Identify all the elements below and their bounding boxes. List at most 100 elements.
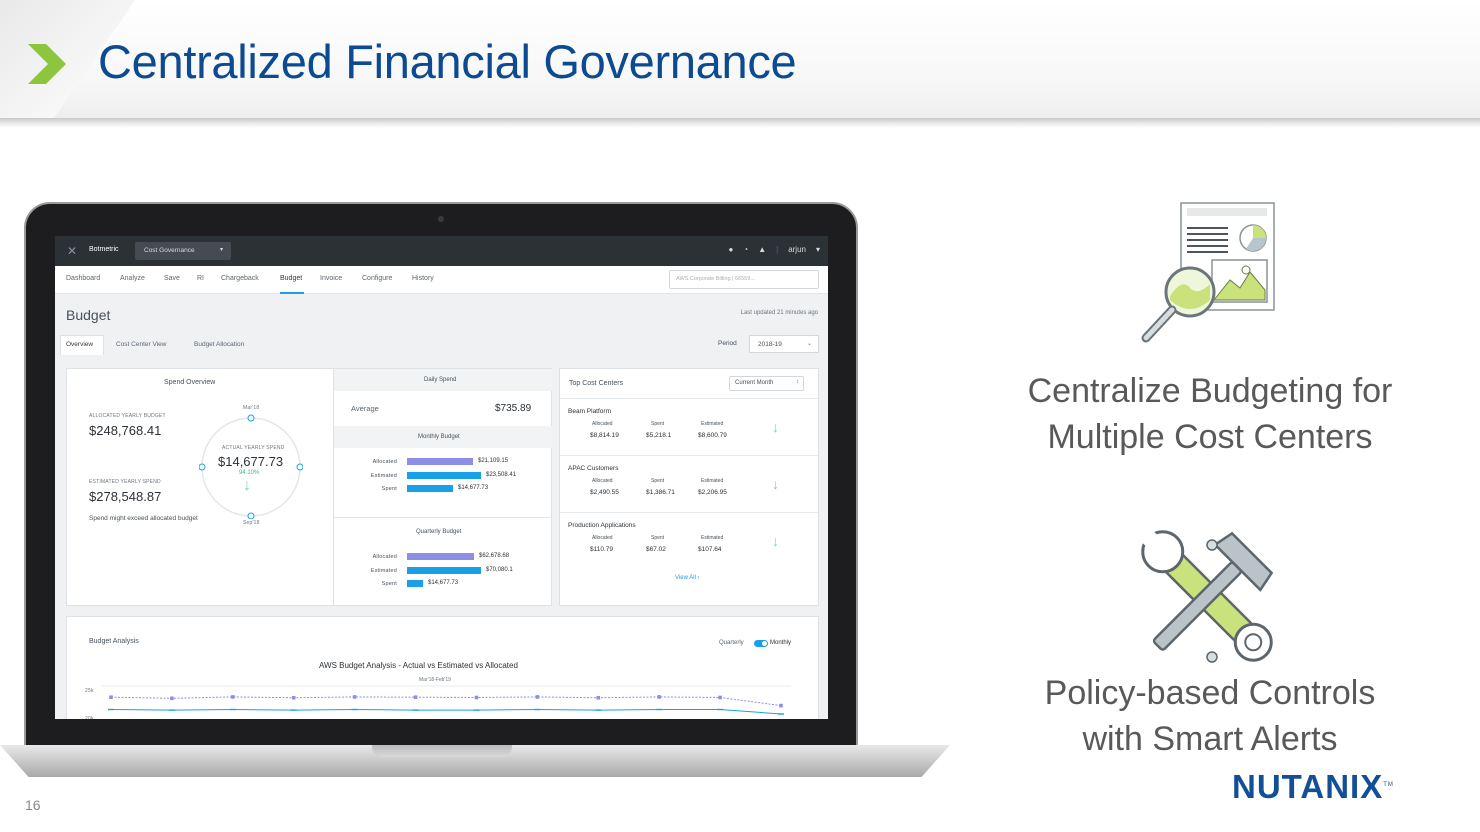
actual-label: ACTUAL YEARLY SPEND (222, 445, 285, 451)
period-value: 2018-19 (758, 341, 782, 348)
panel-divider (333, 369, 334, 605)
overspend-warning: Spend might exceed allocated budget (89, 515, 198, 522)
actual-value: $14,677.73 (218, 454, 284, 469)
quarterly-row-value: $62,678.68 (479, 553, 510, 559)
monthly-bar (407, 471, 481, 479)
quarterly-monthly-toggle[interactable] (754, 640, 768, 647)
chart-title: AWS Budget Analysis - Actual vs Estimate… (319, 661, 518, 670)
bell-icon[interactable]: ▲ (758, 245, 766, 254)
nutanix-logo: NUTANIXTM (1232, 768, 1394, 806)
allocated-value: $110.79 (590, 546, 614, 553)
view-all-link[interactable]: View All › (675, 575, 700, 581)
laptop-notch (372, 745, 512, 757)
section-divider (334, 517, 552, 518)
quarterly-bar (407, 580, 423, 587)
last-updated: Last updated 21 minutes ago (740, 310, 818, 316)
budget-analysis-title: Budget Analysis (89, 638, 139, 645)
col-spent-label: Spent (651, 478, 665, 484)
tab-cost-center-view[interactable]: Cost Center View (116, 341, 166, 348)
chart-point (170, 696, 174, 701)
feature-policy-controls: Policy-based Controls with Smart Alerts (990, 670, 1430, 762)
nav-active-indicator (280, 292, 304, 294)
monthly-row-label: Allocated (372, 459, 397, 465)
nav-chargeback[interactable]: Chargeback (221, 275, 259, 282)
slide: Centralized Financial Governance ✕ Botme… (0, 0, 1480, 832)
chart-series-line (110, 709, 782, 715)
budget-analysis-panel: Budget Analysis Quarterly Monthly AWS Bu… (66, 616, 819, 719)
chart-point (657, 695, 661, 699)
quarterly-bar (407, 553, 474, 560)
feature-budgeting-line1: Centralize Budgeting for (1027, 372, 1393, 410)
pie-chart-icon[interactable]: ◔ (743, 245, 748, 254)
quarterly-row-value: $14,677.73 (428, 580, 459, 586)
nav-dashboard[interactable]: Dashboard (66, 275, 100, 282)
nav-configure[interactable]: Configure (362, 275, 392, 282)
tab-budget-allocation[interactable]: Budget Allocation (194, 341, 244, 348)
app-screen: ✕ Botmetric Cost Governance ▾ ● ◔ ▲ | ar… (55, 236, 828, 719)
chart-point (109, 695, 113, 699)
spent-value: $67.02 (646, 546, 666, 553)
nav-ri[interactable]: RI (197, 275, 204, 282)
nutanix-logo-text: NUTANIX (1232, 768, 1384, 805)
feature-policy-line2: with Smart Alerts (1082, 720, 1338, 758)
nav-invoice[interactable]: Invoice (320, 275, 342, 282)
trademark: TM (1383, 782, 1394, 788)
report-magnifier-icon (1141, 202, 1275, 343)
monthly-bar (407, 458, 473, 465)
chart-point (413, 695, 418, 699)
col-spent-label: Spent (651, 535, 665, 541)
col-allocated-label: Allocated (592, 421, 613, 427)
cost-center-row[interactable]: APAC Customers Allocated Spent Estimated $2,… (560, 455, 818, 512)
arrow-down-icon: ↓ (772, 476, 779, 492)
module-select-value: Cost Governance (144, 247, 195, 254)
toggle-quarterly-label: Quarterly (719, 640, 744, 646)
quarterly-bar (407, 566, 481, 574)
period-label: Period (718, 340, 737, 347)
cost-center-period-select[interactable]: Current Month ↕ (729, 376, 804, 391)
user-menu[interactable]: arjun (788, 245, 806, 254)
cost-center-name: Production Applications (568, 522, 636, 529)
nav-analyze[interactable]: Analyze (120, 275, 145, 282)
app-nav: Dashboard Analyze Save RI Chargeback Bud… (55, 266, 828, 294)
tab-overview[interactable]: Overview (66, 341, 93, 348)
nav-save[interactable]: Save (164, 275, 180, 282)
spend-overview-title: Spend Overview (164, 379, 216, 386)
arrow-down-icon: ↓ (772, 419, 779, 435)
col-estimated-label: Estimated (701, 478, 724, 484)
col-estimated-label: Estimated (701, 535, 724, 541)
account-select[interactable]: AWS Corporate Billing | 66559... (669, 270, 819, 289)
page-number: 16 (25, 797, 41, 813)
chart-point (291, 695, 296, 700)
allocated-value: $2,490.55 (590, 489, 619, 496)
gauge-start-label: Mar'18 (243, 405, 260, 411)
user-icon[interactable]: ● (729, 245, 734, 254)
chevron-down-icon: ▾ (219, 247, 223, 253)
estimated-value: $107.64 (698, 546, 722, 553)
topbar-icons: ● ◔ ▲ | arjun ▾ (729, 245, 821, 254)
camera-icon (438, 216, 444, 222)
sort-icon: ↕ (796, 379, 799, 385)
botmetric-logo-icon[interactable]: ✕ (67, 244, 77, 258)
arrow-down-icon: ↓ (772, 533, 779, 549)
top-cost-centers-title: Top Cost Centers (569, 380, 624, 387)
y-tick-25k: 25k (85, 688, 94, 694)
nav-history[interactable]: History (412, 275, 434, 282)
module-select[interactable]: Cost Governance ▾ (135, 242, 231, 260)
gauge-end-label: Sep'18 (243, 520, 260, 526)
daily-spend-title: Daily Spend (424, 377, 457, 383)
chevron-right-icon (28, 44, 66, 84)
monthly-row-value: $14,677.73 (458, 485, 489, 491)
divider: | (776, 245, 779, 254)
col-allocated-label: Allocated (592, 535, 613, 541)
chart-point (474, 695, 479, 700)
cost-center-row[interactable]: Beam Platform Allocated Spent Estimated $8,8… (560, 398, 818, 455)
nav-budget[interactable]: Budget (280, 275, 302, 282)
allocated-label: ALLOCATED YEARLY BUDGET (89, 413, 166, 419)
cost-center-row[interactable]: Production Applications Allocated Spent Est… (560, 512, 818, 569)
period-select[interactable]: 2018-19 ⌄ (749, 335, 819, 353)
chevron-down-icon: ▾ (815, 245, 820, 254)
budget-analysis-chart (101, 685, 791, 715)
page-title: Budget (66, 307, 111, 323)
slide-title: Centralized Financial Governance (98, 35, 797, 88)
chart-point (231, 695, 235, 699)
